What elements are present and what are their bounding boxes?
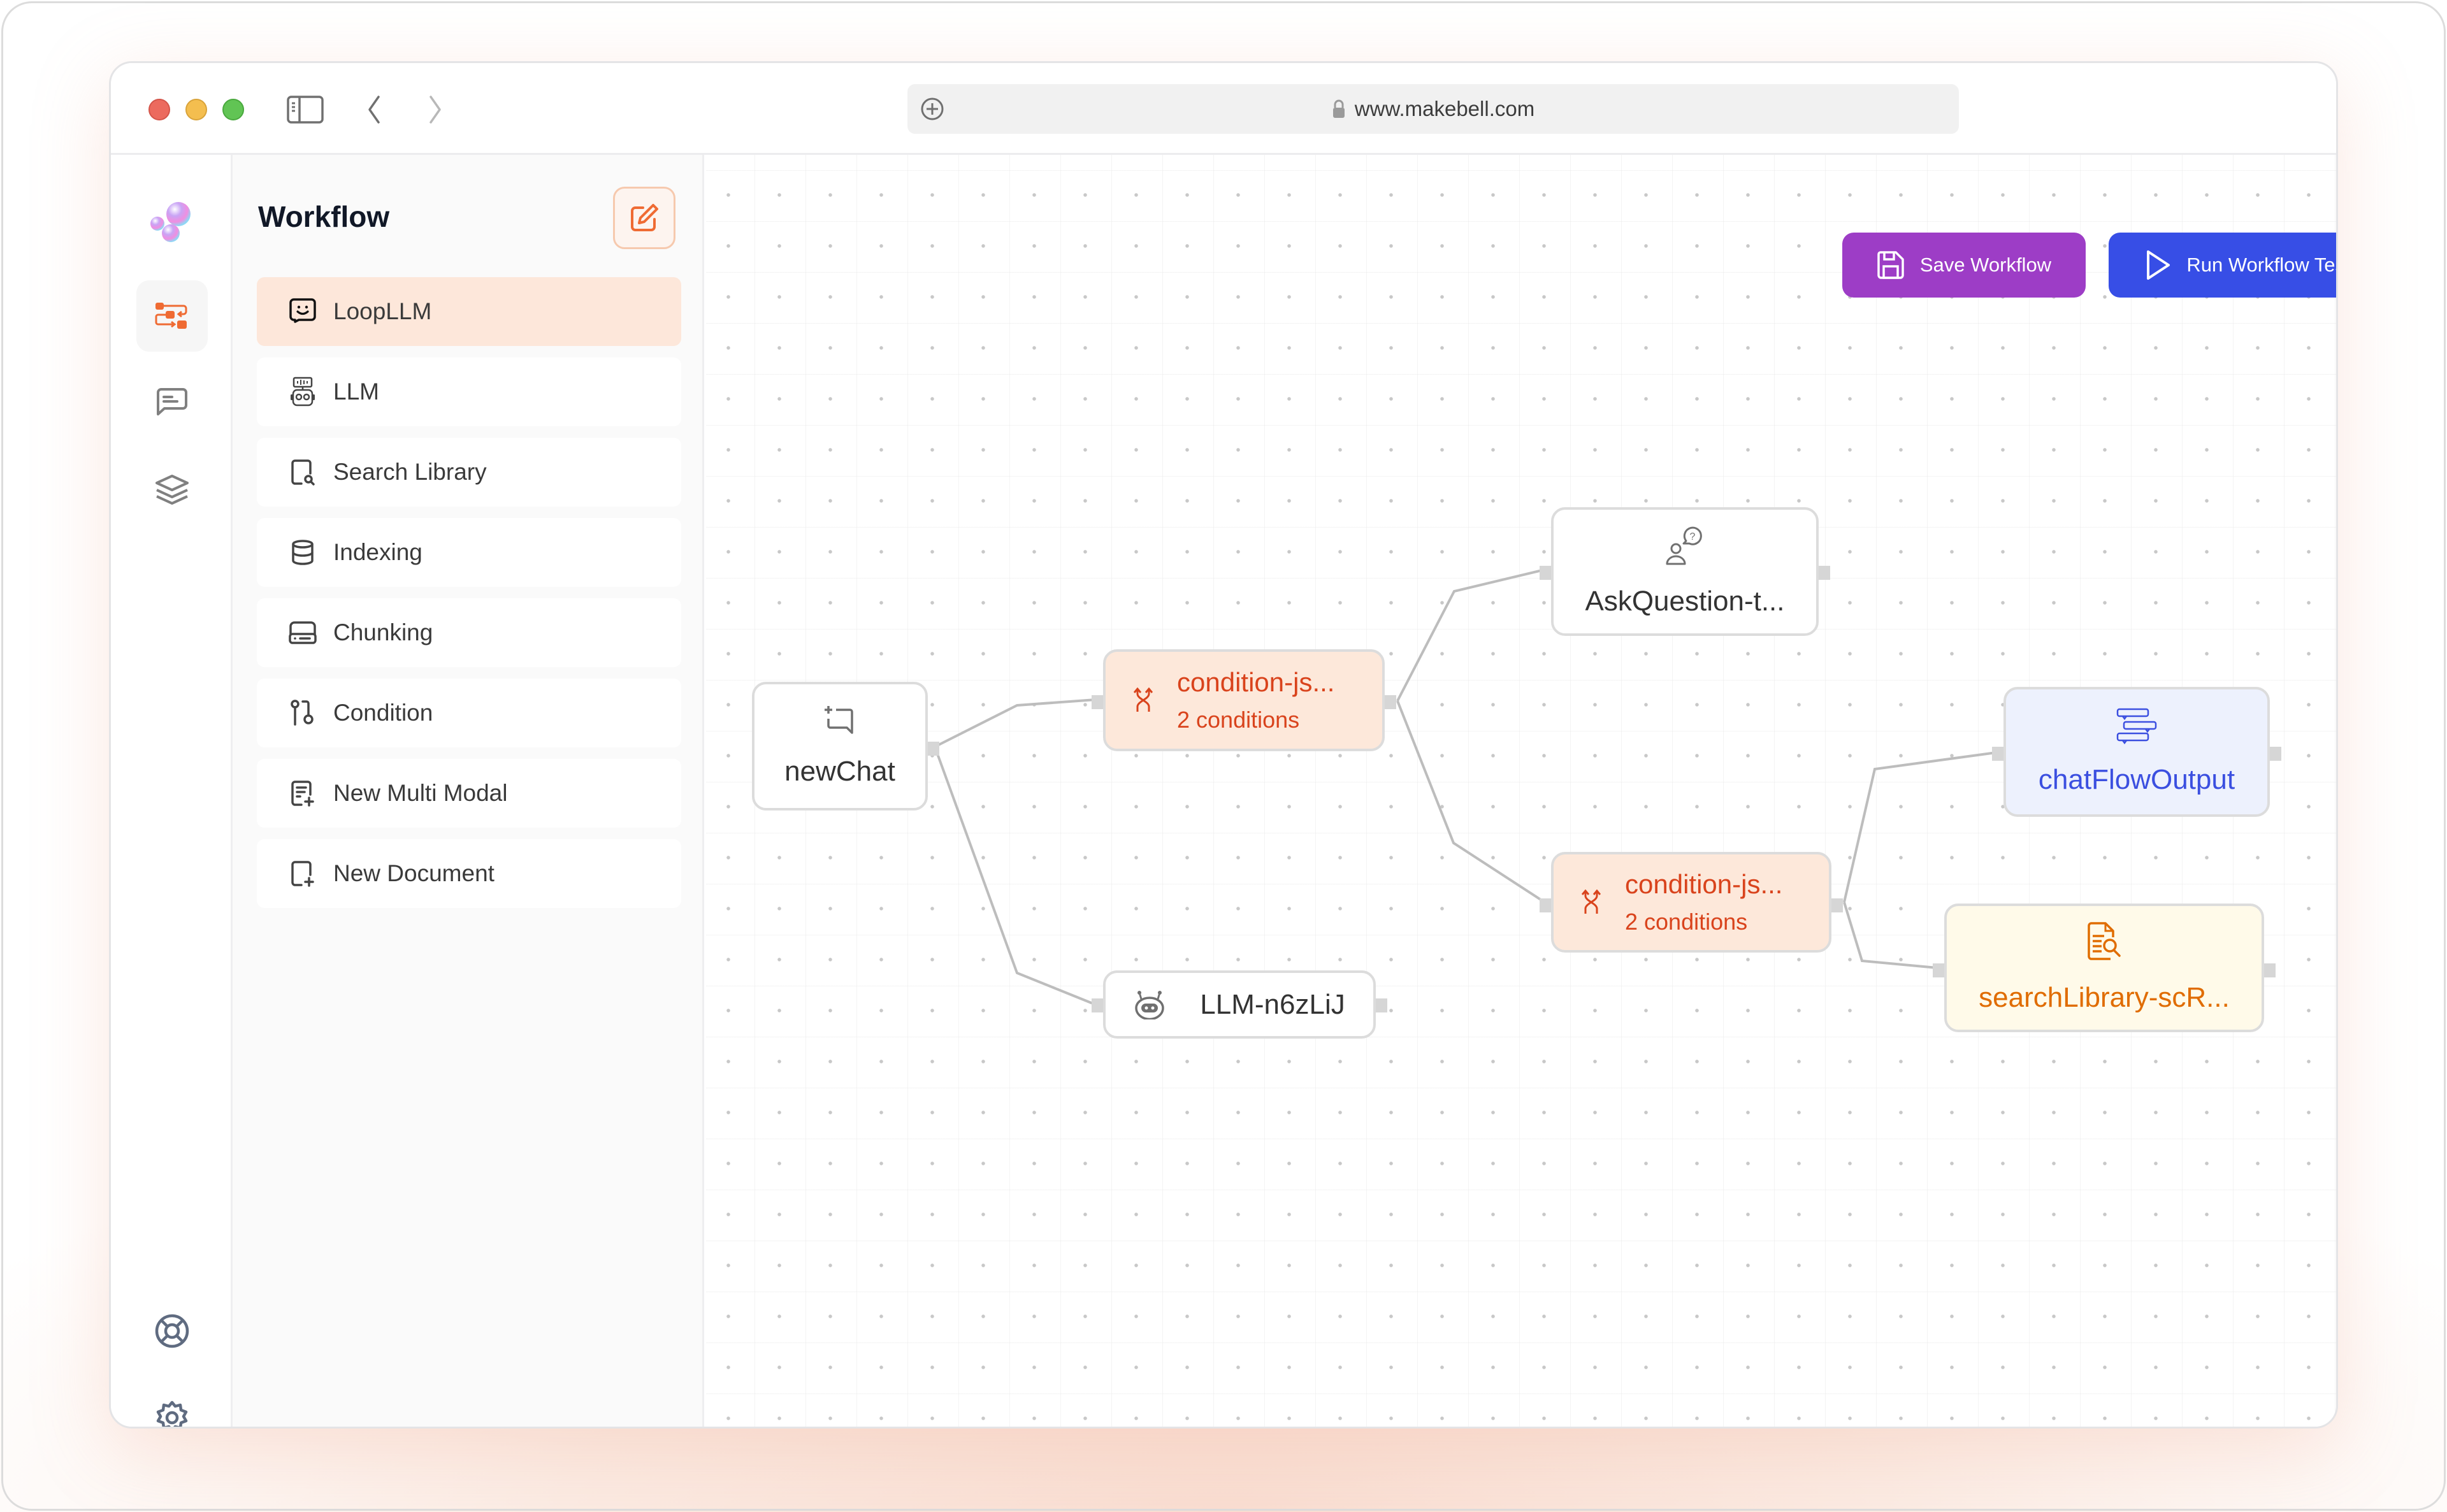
svg-text:?: ? <box>1690 531 1696 542</box>
rail-item-chat[interactable] <box>136 367 208 438</box>
run-workflow-test-button[interactable]: Run Workflow Test <box>2109 233 2338 298</box>
sidebar-toggle-icon[interactable] <box>286 92 324 127</box>
run-workflow-test-label: Run Workflow Test <box>2186 254 2338 277</box>
sidebar-item-label: New Document <box>333 860 494 887</box>
new-chat-icon <box>823 705 856 737</box>
back-icon[interactable] <box>355 92 393 127</box>
node-type-list: LoopLLM LLM Search Library Indexing Chun… <box>257 277 681 919</box>
input-handle[interactable] <box>1540 898 1551 912</box>
output-handle[interactable] <box>2270 747 2281 761</box>
node-subtitle: 2 conditions <box>1625 909 1782 935</box>
node-title: searchLibrary-scR... <box>1979 982 2230 1014</box>
chat-icon <box>155 387 189 418</box>
save-icon <box>1877 250 1905 280</box>
node-title: condition-js... <box>1177 667 1334 698</box>
sidebar-item-llm[interactable]: LLM <box>257 357 681 426</box>
sidebar-item-label: Search Library <box>333 459 487 486</box>
address-bar[interactable]: www.makebell.com <box>907 84 1959 134</box>
sidebar-item-label: Indexing <box>333 539 422 566</box>
input-handle[interactable] <box>1933 963 1944 977</box>
sidebar-item-label: New Multi Modal <box>333 780 507 807</box>
node-condition-1[interactable]: condition-js... 2 conditions <box>1103 649 1385 751</box>
node-title: LLM-n6zLiJ <box>1200 989 1345 1021</box>
robot-icon <box>1134 990 1166 1019</box>
robot-icon <box>287 377 318 407</box>
sidebar-item-label: LoopLLM <box>333 298 431 325</box>
rail-item-layers[interactable] <box>136 454 208 526</box>
node-subtitle: 2 conditions <box>1177 707 1334 733</box>
lifebuoy-icon <box>154 1313 190 1349</box>
workflow-icon <box>154 301 190 331</box>
sidebar-item-label: LLM <box>333 378 379 405</box>
url-text: www.makebell.com <box>1355 97 1534 121</box>
maximize-window-button[interactable] <box>222 99 244 120</box>
save-workflow-button[interactable]: Save Workflow <box>1842 233 2086 298</box>
output-handle[interactable] <box>1831 898 1843 912</box>
play-icon <box>2146 250 2171 280</box>
sidebar-item-search-library[interactable]: Search Library <box>257 438 681 507</box>
doc-search-icon <box>2086 922 2122 963</box>
node-condition-2[interactable]: condition-js... 2 conditions <box>1551 852 1831 953</box>
save-workflow-label: Save Workflow <box>1920 254 2051 277</box>
condition-split-icon <box>1134 688 1153 713</box>
node-chatflowoutput[interactable]: chatFlowOutput <box>2003 687 2270 817</box>
gear-icon <box>154 1400 190 1429</box>
sidebar-title: Workflow <box>258 199 389 234</box>
output-handle[interactable] <box>1385 695 1396 709</box>
node-title: AskQuestion-t... <box>1585 586 1784 617</box>
node-title: newChat <box>784 756 895 788</box>
icon-rail <box>111 155 233 1427</box>
output-handle[interactable] <box>1819 566 1830 580</box>
condition-split-icon <box>1582 889 1601 915</box>
new-workflow-button[interactable] <box>613 187 675 249</box>
sidebar-item-new-multi-modal[interactable]: New Multi Modal <box>257 759 681 828</box>
minimize-window-button[interactable] <box>185 99 207 120</box>
node-searchlibrary[interactable]: searchLibrary-scR... <box>1944 904 2264 1032</box>
node-title: condition-js... <box>1625 869 1782 900</box>
edit-icon <box>629 203 660 233</box>
sidebar-item-indexing[interactable]: Indexing <box>257 518 681 587</box>
layers-icon <box>154 474 190 506</box>
close-window-button[interactable] <box>148 99 170 120</box>
hard-drive-icon <box>287 617 318 648</box>
rail-item-help[interactable] <box>136 1295 208 1367</box>
file-text-plus-icon <box>287 778 318 809</box>
browser-titlebar: www.makebell.com <box>111 63 2336 155</box>
output-handle[interactable] <box>1376 998 1387 1012</box>
git-branch-icon <box>287 698 318 728</box>
rail-item-workflow[interactable] <box>136 280 208 352</box>
sidebar-item-chunking[interactable]: Chunking <box>257 598 681 667</box>
file-plus-icon <box>287 858 318 889</box>
sidebar-item-label: Chunking <box>333 619 433 646</box>
sidebar-item-condition[interactable]: Condition <box>257 679 681 747</box>
workflow-sidebar: Workflow LoopLLM LLM Search Library Inde… <box>233 155 704 1427</box>
node-newchat[interactable]: newChat <box>752 682 928 810</box>
node-title: chatFlowOutput <box>2039 764 2235 796</box>
node-llm[interactable]: LLM-n6zLiJ <box>1103 970 1376 1039</box>
user-question-icon: ? <box>1664 526 1705 566</box>
app-logo <box>136 187 208 258</box>
smile-chat-icon <box>287 296 318 327</box>
sidebar-item-loopllm[interactable]: LoopLLM <box>257 277 681 346</box>
sidebar-item-new-document[interactable]: New Document <box>257 839 681 908</box>
chat-bubbles-icon <box>2116 708 2157 745</box>
rail-item-settings[interactable] <box>136 1382 208 1429</box>
new-tab-icon[interactable] <box>920 97 944 126</box>
lock-icon <box>1332 99 1346 119</box>
node-askquestion[interactable]: ? AskQuestion-t... <box>1551 507 1819 636</box>
input-handle[interactable] <box>1540 566 1551 580</box>
database-icon <box>287 537 318 568</box>
input-handle[interactable] <box>1992 747 2003 761</box>
output-handle[interactable] <box>2264 963 2276 977</box>
file-search-icon <box>287 457 318 487</box>
sidebar-item-label: Condition <box>333 700 433 726</box>
input-handle[interactable] <box>1092 695 1103 709</box>
input-handle[interactable] <box>1092 998 1103 1012</box>
output-handle[interactable] <box>928 742 939 756</box>
forward-icon[interactable] <box>416 92 454 127</box>
